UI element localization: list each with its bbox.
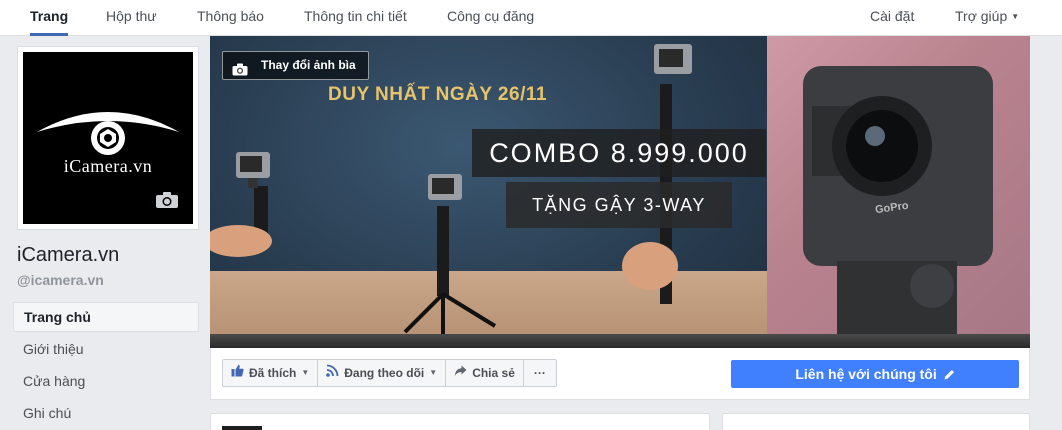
action-camera-illustration xyxy=(803,66,993,336)
cover-bottom-strip xyxy=(210,334,1030,348)
tab-inbox[interactable]: Hộp thư xyxy=(106,0,157,36)
more-options-button[interactable]: ··· xyxy=(522,360,556,386)
page-action-bar: Đã thích ▼ Đang theo dõi ▼ Chia sẻ ··· L… xyxy=(210,348,1030,400)
camera-icon[interactable] xyxy=(155,191,179,212)
page-top-nav: Trang Hộp thư Thông báo Thông tin chi ti… xyxy=(0,0,1062,36)
thumbs-up-icon xyxy=(231,360,244,386)
sidebar-item-shop[interactable]: Cửa hàng xyxy=(13,366,199,398)
sidebar-item-notes[interactable]: Ghi chú xyxy=(13,398,199,430)
share-arrow-icon xyxy=(454,360,467,386)
liked-label: Đã thích xyxy=(249,366,297,380)
ellipsis-icon: ··· xyxy=(533,366,546,380)
caret-down-icon: ▼ xyxy=(1011,12,1020,21)
promo-date-text: DUY NHẤT NGÀY 26/11 xyxy=(328,84,547,105)
tab-settings[interactable]: Cài đặt xyxy=(870,0,914,36)
help-label: Trợ giúp xyxy=(955,8,1008,24)
share-label: Chia sẻ xyxy=(472,366,515,380)
right-column-card xyxy=(722,413,1030,430)
logo-text: iCamera.vn xyxy=(63,156,153,176)
contact-us-label: Liên hệ với chúng tôi xyxy=(795,366,937,382)
contact-us-button[interactable]: Liên hệ với chúng tôi xyxy=(731,360,1019,388)
page-name[interactable]: iCamera.vn xyxy=(17,244,119,267)
tab-help[interactable]: Trợ giúp ▼ xyxy=(955,0,1019,36)
sidebar-item-home[interactable]: Trang chủ xyxy=(13,302,199,332)
share-button[interactable]: Chia sẻ xyxy=(445,360,523,386)
tab-page[interactable]: Trang xyxy=(30,0,69,36)
following-label: Đang theo dõi xyxy=(344,366,425,380)
tab-notifications[interactable]: Thông báo xyxy=(197,0,264,36)
tab-publishing-tools[interactable]: Công cụ đăng xyxy=(447,0,534,36)
caret-down-icon: ▼ xyxy=(301,368,310,377)
cover-photo-camera-closeup: GoPro xyxy=(767,36,1030,348)
caret-down-icon: ▼ xyxy=(429,368,438,377)
change-cover-button[interactable]: Thay đổi ảnh bìa xyxy=(222,51,369,80)
pencil-icon xyxy=(941,366,955,382)
liked-button[interactable]: Đã thích ▼ xyxy=(223,360,317,386)
following-button[interactable]: Đang theo dõi ▼ xyxy=(317,360,445,386)
composer-card xyxy=(210,413,710,430)
composer-avatar xyxy=(222,426,262,430)
rss-icon xyxy=(326,360,339,386)
sidebar-item-about[interactable]: Giới thiệu xyxy=(13,334,199,366)
left-nav: Trang chủ Giới thiệu Cửa hàng Ghi chú xyxy=(13,302,199,430)
promo-combo-text: COMBO 8.999.000 xyxy=(472,129,766,177)
profile-picture[interactable]: iCamera.vn xyxy=(17,46,199,230)
camera-icon xyxy=(232,59,248,86)
change-cover-label: Thay đổi ảnh bìa xyxy=(261,58,356,72)
profile-logo: iCamera.vn xyxy=(23,52,193,224)
cover-photo[interactable]: GoPro Thay đổi ảnh bìa DUY NHẤT NGÀY 26/… xyxy=(210,36,1030,348)
page-username: @icamera.vn xyxy=(17,272,104,288)
promo-gift-text: TẶNG GẬY 3-WAY xyxy=(506,182,732,228)
action-button-group: Đã thích ▼ Đang theo dõi ▼ Chia sẻ ··· xyxy=(222,359,557,387)
tab-insights[interactable]: Thông tin chi tiết xyxy=(304,0,407,36)
